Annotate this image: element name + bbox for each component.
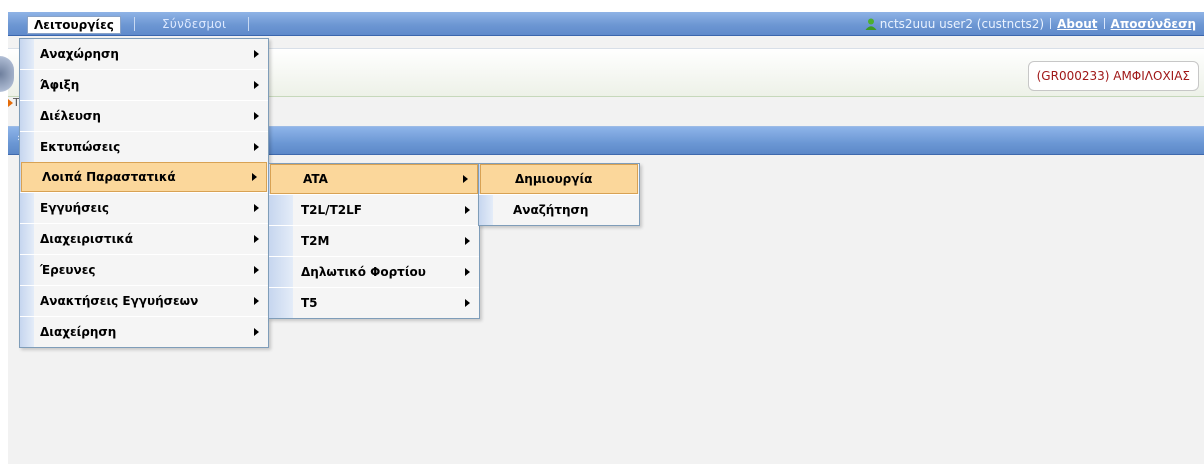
menu-item-label: T2M	[301, 234, 330, 248]
ata-submenu: Δημιουργία Αναζήτηση	[478, 163, 640, 226]
menu-item-label: Δημιουργία	[515, 172, 593, 186]
menu-item-label: Διαχείρηση	[40, 325, 117, 339]
menubar-separator	[134, 17, 135, 31]
menu-item-label: Διαχειριστικά	[40, 232, 134, 246]
submenu-arrow-icon	[254, 328, 259, 336]
user-separator	[1103, 18, 1105, 29]
menu-item-label: Έρευνες	[40, 263, 96, 277]
submenu-arrow-icon	[254, 204, 259, 212]
loipa-parastatika-submenu: ATA T2L/T2LF T2M Δηλωτικό Φορτίου T5	[268, 163, 480, 319]
menu-item-ektyposeis[interactable]: Εκτυπώσεις	[20, 131, 268, 162]
menu-item-label: Άφιξη	[40, 78, 80, 92]
submenu-arrow-icon	[254, 297, 259, 305]
submenu-arrow-icon	[254, 50, 259, 58]
submenu-arrow-icon	[254, 81, 259, 89]
submenu-arrow-icon	[254, 266, 259, 274]
menu-item-label: Εκτυπώσεις	[40, 140, 121, 154]
menu-syndesmoi[interactable]: Σύνδεσμοι	[162, 16, 226, 32]
user-name: ncts2uuu user2 (custncts2)	[879, 17, 1045, 31]
menu-item-label: Δηλωτικό Φορτίου	[301, 265, 426, 279]
submenu-arrow-icon	[465, 299, 470, 307]
menu-item-diacheirisi[interactable]: Διαχείρηση	[20, 316, 268, 347]
submenu-arrow-icon	[465, 206, 470, 214]
menu-item-engyiseis[interactable]: Εγγυήσεις	[20, 192, 268, 223]
menu-item-anaktiseis-engyiseon[interactable]: Ανακτήσεις Εγγυήσεων	[20, 285, 268, 316]
submenu-item-anazitisi[interactable]: Αναζήτηση	[479, 194, 639, 225]
user-separator	[1050, 18, 1052, 29]
submenu-arrow-icon	[465, 237, 470, 245]
menu-item-label: Ανακτήσεις Εγγυήσεων	[40, 294, 199, 308]
main-dropdown-menu: Αναχώρηση Άφιξη Διέλευση Εκτυπώσεις Λοιπ…	[19, 38, 269, 348]
menu-item-diacheiristika[interactable]: Διαχειριστικά	[20, 223, 268, 254]
submenu-item-t2l-t2lf[interactable]: T2L/T2LF	[269, 194, 479, 225]
user-icon	[865, 18, 877, 30]
submenu-item-t5[interactable]: T5	[269, 287, 479, 318]
user-area: ncts2uuu user2 (custncts2) About Αποσύνδεσ…	[865, 16, 1196, 32]
menu-item-label: Λοιπά Παραστατικά	[42, 170, 176, 184]
menu-item-label: T5	[301, 296, 318, 310]
menu-leitourgies[interactable]: Λειτουργίες	[27, 16, 121, 34]
submenu-item-t2m[interactable]: T2M	[269, 225, 479, 256]
menu-item-label: Εγγυήσεις	[40, 201, 110, 215]
menu-item-dielefsi[interactable]: Διέλευση	[20, 100, 268, 131]
menu-item-label: Αναχώρηση	[40, 47, 119, 61]
submenu-arrow-icon	[254, 143, 259, 151]
submenu-arrow-icon	[254, 112, 259, 120]
submenu-arrow-icon	[254, 235, 259, 243]
menubar-separator	[248, 17, 249, 31]
top-menubar: Λειτουργίες Σύνδεσμοι ncts2uuu user2 (cu…	[8, 12, 1204, 36]
customs-station-label: (GR000233) ΑΜΦΙΛΟΧΙΑΣ	[1027, 61, 1199, 91]
menu-item-loipa-parastatika[interactable]: Λοιπά Παραστατικά	[21, 162, 267, 192]
submenu-item-ata[interactable]: ATA	[270, 164, 478, 194]
about-link[interactable]: About	[1057, 17, 1097, 31]
menu-item-afixi[interactable]: Άφιξη	[20, 69, 268, 100]
submenu-item-dimiourgia[interactable]: Δημιουργία	[480, 164, 638, 194]
submenu-arrow-icon	[465, 268, 470, 276]
logout-link[interactable]: Αποσύνδεση	[1111, 17, 1196, 31]
submenu-item-dilotiko-fortiou[interactable]: Δηλωτικό Φορτίου	[269, 256, 479, 287]
top-white-strip	[0, 0, 1204, 12]
menu-item-label: Διέλευση	[40, 109, 101, 123]
menu-item-erevnes[interactable]: Έρευνες	[20, 254, 268, 285]
menu-item-label: T2L/T2LF	[301, 203, 362, 217]
menu-item-label: ATA	[303, 172, 328, 186]
submenu-arrow-icon	[252, 173, 257, 181]
menu-item-label: Αναζήτηση	[513, 203, 589, 217]
menu-item-anachorisi[interactable]: Αναχώρηση	[20, 39, 268, 69]
submenu-arrow-icon	[463, 175, 468, 183]
